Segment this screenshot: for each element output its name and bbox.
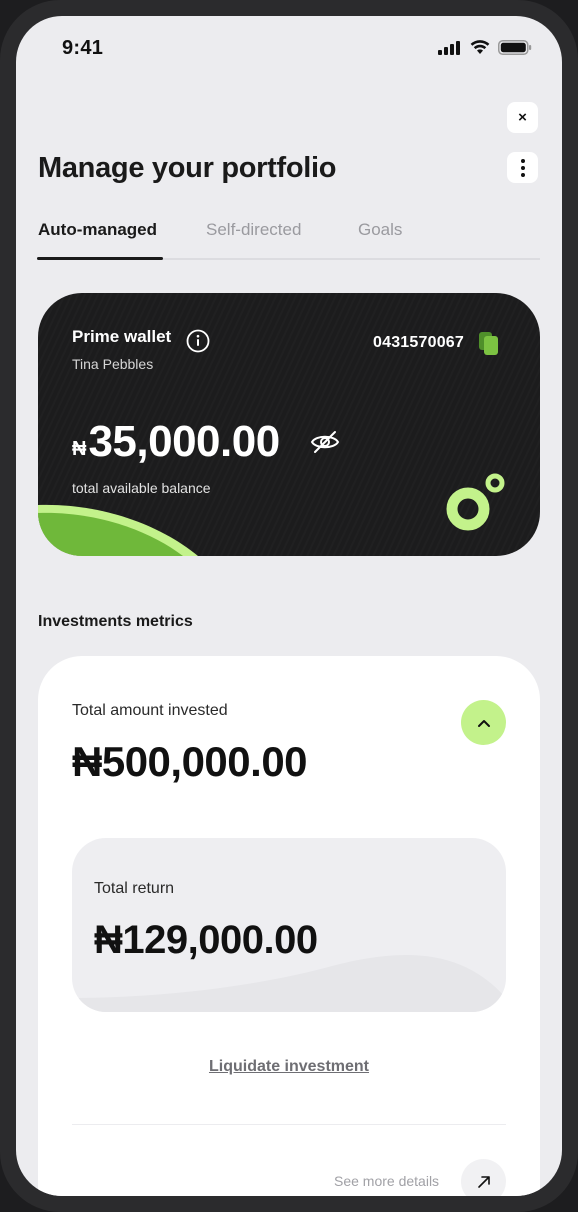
see-more-details-link[interactable]: See more details bbox=[334, 1173, 439, 1189]
more-options-button[interactable] bbox=[507, 152, 538, 183]
balance-amount: 35,000.00 bbox=[88, 417, 280, 466]
close-icon: × bbox=[518, 109, 527, 126]
wifi-icon bbox=[470, 40, 490, 54]
more-dot-icon bbox=[520, 172, 525, 177]
section-title-investments: Investments metrics bbox=[38, 613, 193, 630]
see-more-arrow-button[interactable] bbox=[461, 1159, 506, 1196]
card-decorative-arc bbox=[38, 504, 198, 556]
wallet-owner-name: Tina Pebbles bbox=[72, 356, 154, 372]
status-icons bbox=[438, 40, 532, 55]
tab-auto-managed[interactable]: Auto-managed bbox=[38, 220, 157, 240]
device-frame: 9:41 × Manage your portfolio Auto-manage… bbox=[0, 0, 578, 1212]
active-tab-indicator bbox=[37, 257, 163, 260]
collapse-button[interactable] bbox=[461, 700, 506, 745]
brand-logo-icon bbox=[446, 473, 505, 531]
cellular-signal-icon bbox=[438, 40, 460, 55]
page-title: Manage your portfolio bbox=[38, 152, 337, 184]
copy-icon[interactable] bbox=[478, 331, 500, 357]
chevron-up-icon bbox=[477, 719, 490, 727]
status-time: 9:41 bbox=[62, 37, 104, 59]
return-label: Total return bbox=[94, 880, 175, 897]
info-icon[interactable] bbox=[186, 329, 210, 353]
status-bar: 9:41 bbox=[16, 16, 562, 76]
return-amount: ₦129,000.00 bbox=[94, 918, 318, 962]
close-button[interactable]: × bbox=[507, 102, 538, 133]
account-number: 0431570067 bbox=[373, 334, 464, 351]
balance-currency: ₦ bbox=[72, 438, 87, 460]
invested-amount: ₦500,000.00 bbox=[72, 738, 308, 785]
battery-icon bbox=[498, 40, 532, 55]
more-dot-icon bbox=[520, 158, 525, 163]
wallet-title: Prime wallet bbox=[72, 327, 172, 346]
investment-metrics-card: Total amount invested ₦500,000.00 Total … bbox=[38, 656, 540, 1196]
arrow-up-right-icon bbox=[477, 1175, 490, 1188]
total-return-box: Total return ₦129,000.00 bbox=[72, 838, 506, 1012]
divider bbox=[72, 1124, 506, 1125]
app-screen: 9:41 × Manage your portfolio Auto-manage… bbox=[16, 16, 562, 1196]
tab-goals[interactable]: Goals bbox=[358, 220, 402, 240]
wallet-card[interactable]: Prime wallet Tina Pebbles 0431570067 ₦ 3… bbox=[38, 293, 540, 556]
liquidate-investment-link[interactable]: Liquidate investment bbox=[38, 1058, 540, 1076]
eye-off-icon[interactable] bbox=[310, 429, 340, 455]
tab-self-directed[interactable]: Self-directed bbox=[206, 220, 301, 240]
portfolio-tabs: Auto-managed Self-directed Goals bbox=[37, 220, 540, 260]
more-dot-icon bbox=[520, 165, 525, 170]
invested-label: Total amount invested bbox=[72, 702, 228, 719]
balance-row: ₦ 35,000.00 bbox=[72, 417, 280, 467]
